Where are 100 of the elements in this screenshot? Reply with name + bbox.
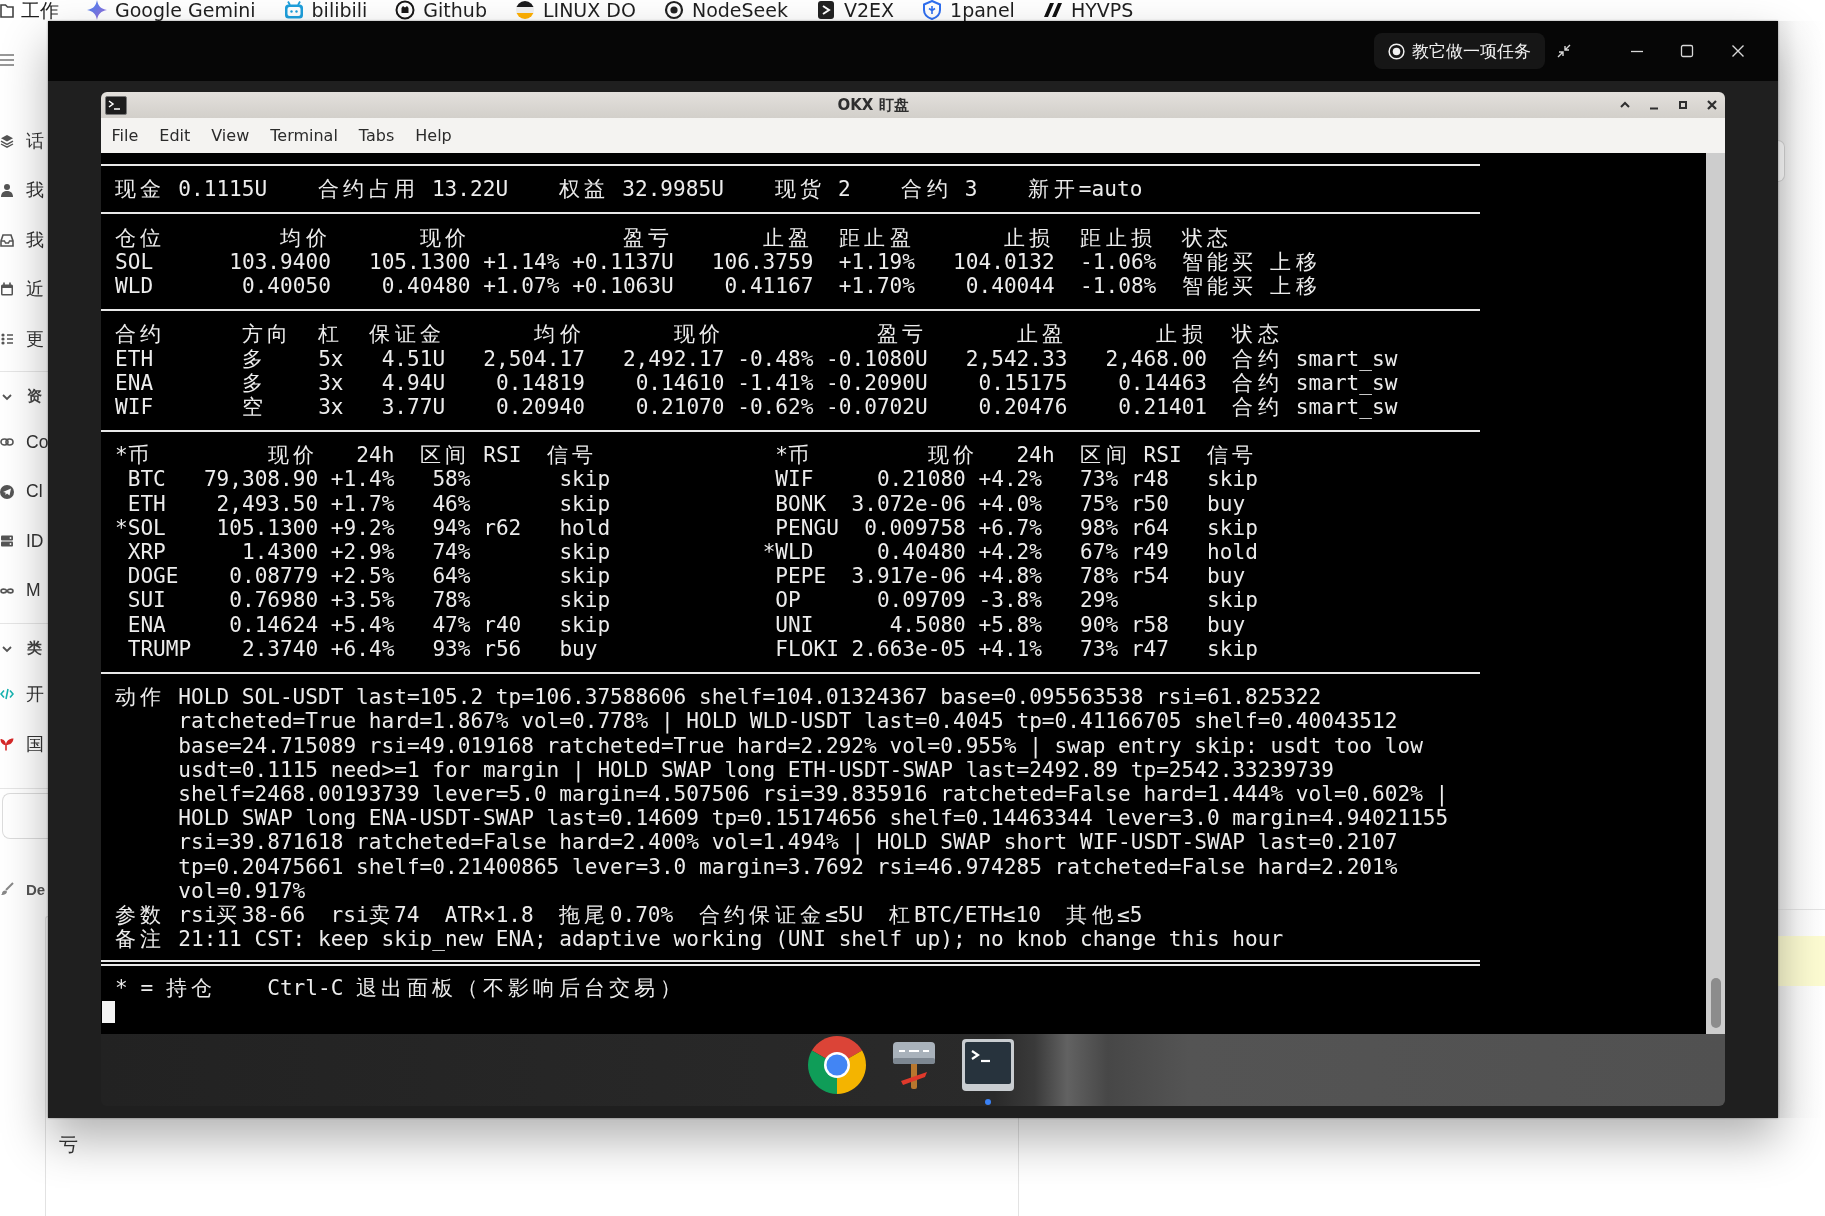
table-cell: SUI — [127, 587, 166, 613]
bookmark-link[interactable]: 1panel — [922, 0, 1015, 20]
sidebar-item[interactable]: M — [0, 566, 48, 616]
table-cell: 2,493.50 — [216, 490, 319, 516]
menu-item[interactable]: View — [200, 123, 260, 148]
summary-text: 合约占用 13.22U — [318, 177, 509, 202]
column-header: 仓位 — [115, 224, 166, 250]
log-label: 备注 — [115, 927, 166, 952]
teach-task-button[interactable]: 教它做一项任务 — [1374, 33, 1545, 69]
menu-icon[interactable] — [0, 54, 14, 66]
column-header: *币 — [775, 442, 814, 468]
table-cell: buy — [559, 635, 598, 661]
scrollbar-thumb[interactable] — [1710, 978, 1721, 1028]
table-cell: PENGU — [775, 514, 839, 540]
bookmark-link[interactable]: Github — [395, 0, 487, 20]
table-cell: 0.21401 — [1118, 393, 1208, 419]
table-cell: +0.1137U — [572, 248, 674, 274]
table-cell: ENA — [115, 369, 154, 395]
terminal-icon[interactable] — [961, 1038, 1015, 1092]
parameter-text: 其他≤5 — [1066, 902, 1143, 928]
table-cell: SOL — [115, 248, 154, 274]
table-cell: skip — [559, 490, 611, 516]
menu-item[interactable]: File — [101, 123, 149, 148]
column-header: 信号 — [546, 442, 598, 468]
column-header: 区间 — [419, 442, 471, 468]
bookmark-link[interactable]: HYVPS — [1042, 0, 1134, 20]
menu-item[interactable]: Terminal — [259, 123, 349, 148]
table-cell: +1.70% — [838, 272, 915, 298]
table-cell: skip — [1207, 587, 1258, 613]
table-cell: r64 — [1130, 514, 1169, 540]
bookmark-link[interactable]: LINUX DO — [514, 0, 636, 20]
table-cell: +3.5% — [330, 587, 395, 613]
column-header: 现价 — [927, 442, 979, 468]
table-cell: 79,308.90 — [203, 466, 319, 492]
sidebar-item[interactable]: Co — [0, 417, 48, 467]
table-cell: 0.21070 — [635, 393, 725, 419]
table-cell: skip — [1207, 466, 1258, 492]
menu-item[interactable]: Edit — [148, 123, 201, 148]
scrollbar[interactable] — [1706, 153, 1725, 1034]
signpost-icon[interactable] — [891, 1040, 937, 1090]
bookmark-link[interactable]: V2EX — [815, 0, 895, 20]
table-cell: r48 — [1130, 466, 1169, 492]
table-cell: XRP — [127, 539, 166, 564]
sidebar-item[interactable]: ID — [0, 516, 48, 566]
table-cell: 3x — [318, 393, 344, 419]
text-cursor — [102, 1000, 115, 1023]
table-cell: -1.06% — [1080, 248, 1157, 274]
table-cell: WIF — [775, 466, 814, 492]
bookmark-link[interactable]: Google Gemini — [87, 0, 256, 20]
table-cell: 0.20940 — [495, 393, 585, 419]
sidebar-item[interactable]: 开 — [0, 669, 48, 719]
table-cell: 0.40480 — [876, 539, 966, 564]
sidebar-item[interactable]: 近 — [0, 264, 48, 314]
close-icon[interactable] — [1706, 99, 1718, 111]
column-header: 止盈 — [1016, 321, 1068, 347]
dots-icon — [0, 331, 14, 346]
sidebar-item[interactable]: 我 — [0, 215, 48, 265]
tricolor-wheel-icon[interactable] — [807, 1035, 867, 1095]
sidebar-item[interactable]: De — [0, 864, 48, 914]
table-cell: 0.21080 — [876, 466, 966, 492]
table-cell: WIF — [115, 393, 154, 419]
table-cell: skip — [1207, 514, 1258, 540]
column-header: 合约 — [115, 321, 166, 347]
table-cell: r54 — [1130, 563, 1169, 589]
sidebar-item[interactable]: 更 — [0, 314, 48, 364]
sidebar-item[interactable]: 话 — [0, 116, 48, 166]
table-cell: -0.2090U — [826, 369, 928, 395]
table-cell: r47 — [1130, 635, 1169, 661]
table-cell: UNI — [775, 611, 814, 637]
column-header: 区间 — [1080, 442, 1131, 468]
table-cell: ETH — [115, 345, 154, 371]
table-cell: +2.5% — [330, 563, 395, 589]
table-cell: +5.8% — [978, 611, 1042, 637]
table-cell: 90% — [1080, 611, 1119, 637]
table-cell: hold — [559, 514, 611, 540]
table-cell: hold — [1207, 539, 1258, 564]
sidebar-item[interactable]: Cl — [0, 467, 48, 517]
maximize-icon[interactable] — [1680, 44, 1694, 58]
striped-circle-icon — [514, 0, 535, 20]
menu-item[interactable]: Help — [404, 123, 463, 148]
section-header[interactable]: 类 — [0, 627, 48, 670]
bookmark-link[interactable]: bilibili — [283, 0, 368, 20]
table-cell: BTC — [127, 466, 166, 492]
sidebar-item[interactable]: 国 — [0, 719, 48, 769]
sidebar-item[interactable]: 我 — [0, 165, 48, 215]
table-cell: 78% — [432, 587, 471, 613]
column-header: RSI — [483, 442, 522, 468]
table-cell: r62 — [483, 514, 522, 540]
column-header: 24h — [1016, 442, 1055, 468]
bookmark-link[interactable]: NodeSeek — [663, 0, 788, 20]
table-cell: 29% — [1080, 587, 1119, 613]
terminal-icon — [105, 95, 127, 115]
table-cell: +4.0% — [978, 490, 1042, 516]
bookmark-link[interactable]: 工作 — [0, 0, 59, 20]
menu-item[interactable]: Tabs — [348, 123, 405, 148]
table-cell: 多 — [242, 345, 268, 371]
table-cell: FLOKI — [775, 635, 839, 661]
compress-icon[interactable] — [1557, 44, 1571, 58]
section-header[interactable]: 资 — [0, 375, 48, 418]
maximize-icon[interactable] — [1677, 99, 1689, 111]
